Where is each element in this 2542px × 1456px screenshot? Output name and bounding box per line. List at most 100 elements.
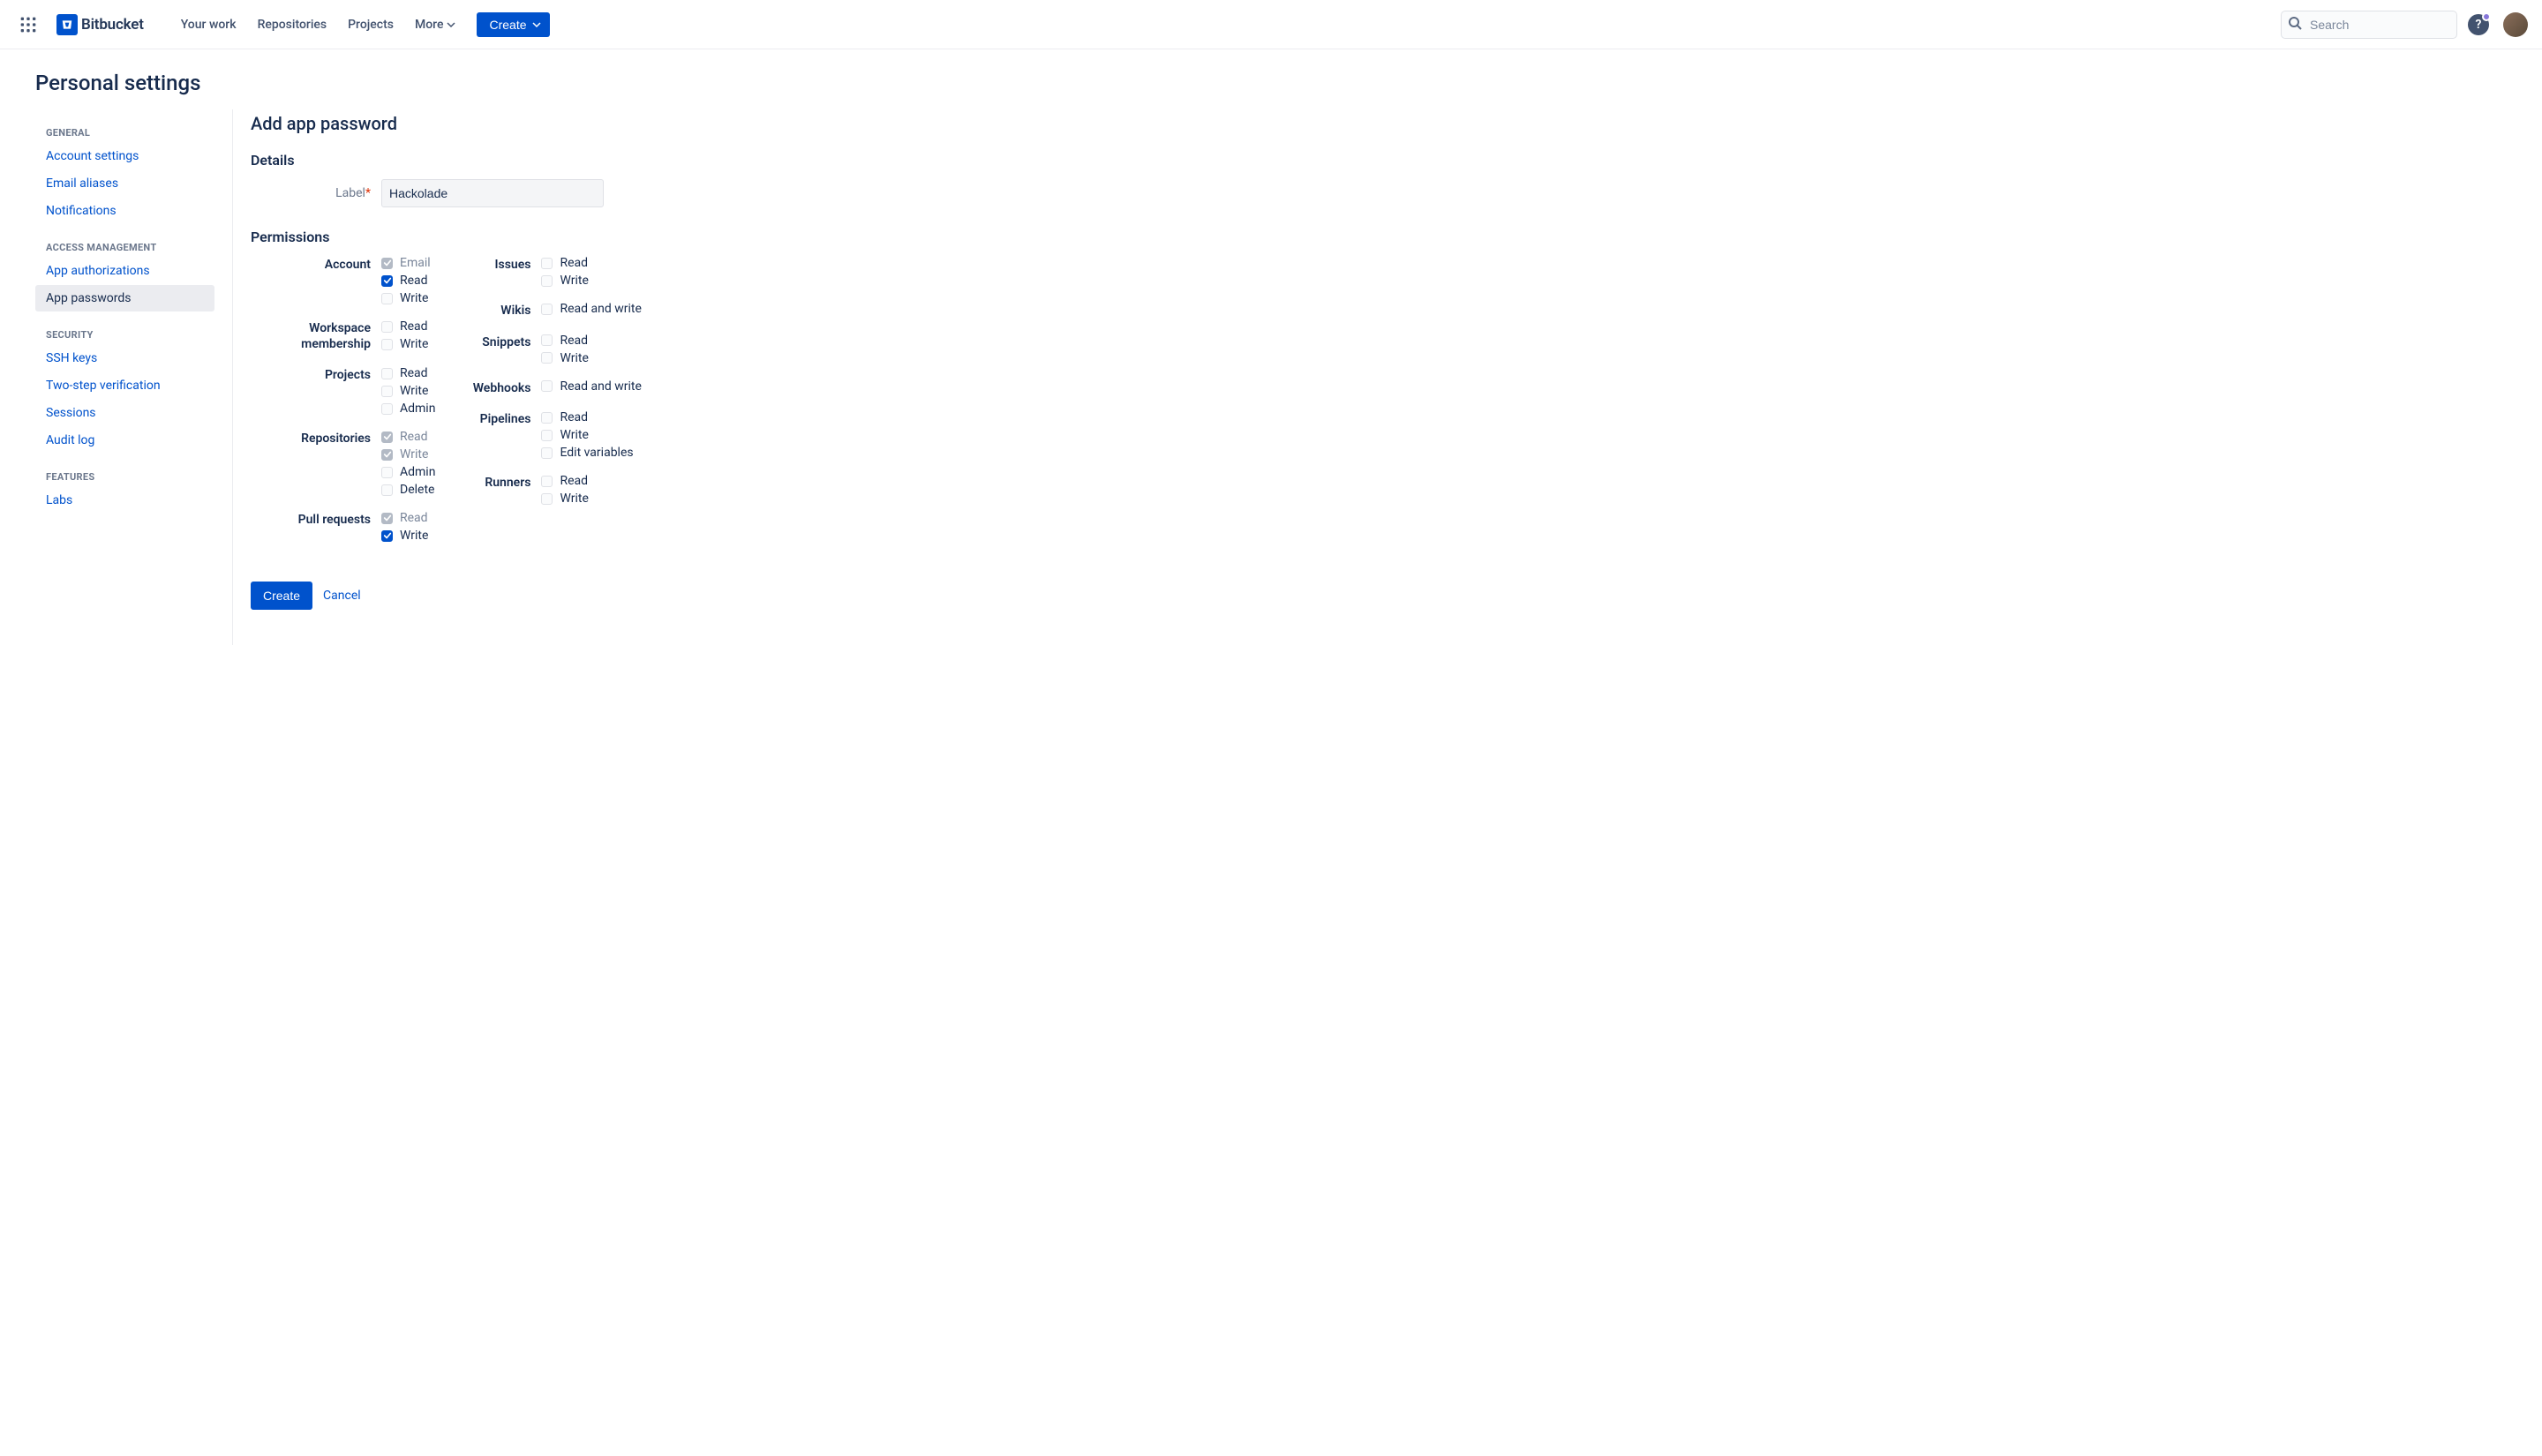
- sidebar-group-title: ACCESS MANAGEMENT: [35, 235, 232, 257]
- perm-opt[interactable]: Write: [381, 291, 431, 305]
- permissions-title: Permissions: [251, 229, 1080, 245]
- perm-opt[interactable]: Write: [541, 351, 588, 365]
- perm-opt[interactable]: Write: [381, 384, 435, 398]
- main-content: Add app password Details Label* Permissi…: [233, 109, 1080, 645]
- sidebar-item-two-step-verification[interactable]: Two-step verification: [35, 372, 214, 399]
- app-switcher-icon[interactable]: [14, 11, 42, 39]
- perm-opt[interactable]: Read: [541, 410, 633, 424]
- perm-block-projects: ProjectsReadWriteAdmin: [251, 366, 435, 416]
- required-mark: *: [365, 186, 371, 200]
- perm-opt[interactable]: Read and write: [541, 302, 641, 316]
- checkbox[interactable]: [541, 430, 553, 441]
- sidebar-group-title: SECURITY: [35, 322, 232, 344]
- sidebar-item-sessions[interactable]: Sessions: [35, 400, 214, 426]
- perm-opt[interactable]: Read: [541, 334, 588, 348]
- perm-opt[interactable]: Write: [541, 274, 588, 288]
- checkbox[interactable]: [541, 447, 553, 459]
- checkbox[interactable]: [541, 334, 553, 346]
- checkbox[interactable]: [381, 339, 393, 350]
- perm-opts: EmailReadWrite: [381, 256, 431, 305]
- perm-opt-label: Admin: [400, 402, 435, 416]
- perm-block-workspace-membership: Workspace membership Read Write: [251, 319, 435, 352]
- checkbox[interactable]: [541, 412, 553, 424]
- perm-opt[interactable]: Read: [381, 319, 428, 334]
- checkbox[interactable]: [541, 352, 553, 364]
- perm-block-label: Account: [251, 256, 381, 305]
- perm-block-label: Workspace membership: [251, 319, 381, 352]
- search-input[interactable]: [2281, 11, 2457, 39]
- checkbox[interactable]: [381, 484, 393, 496]
- perm-opt[interactable]: Delete: [381, 483, 435, 497]
- checkbox[interactable]: [381, 467, 393, 478]
- perm-opt[interactable]: Read: [541, 256, 588, 270]
- permissions-col-right: IssuesReadWriteWikisRead and writeSnippe…: [470, 256, 641, 557]
- checkbox[interactable]: [541, 258, 553, 269]
- perm-block-webhooks: Webhooks Read and write: [470, 379, 641, 397]
- perm-opt-label: Read: [560, 474, 588, 488]
- perm-block-label: Issues: [470, 256, 541, 288]
- perm-opt[interactable]: Write: [541, 428, 633, 442]
- perm-opt[interactable]: Read: [541, 474, 588, 488]
- checkbox[interactable]: [541, 304, 553, 315]
- nav-projects[interactable]: Projects: [339, 12, 402, 37]
- sidebar-item-labs[interactable]: Labs: [35, 487, 214, 514]
- checkbox[interactable]: [381, 275, 393, 287]
- sidebar-item-account-settings[interactable]: Account settings: [35, 143, 214, 169]
- perm-opt[interactable]: Read: [381, 274, 431, 288]
- nav-more-label: More: [415, 18, 444, 32]
- perm-block-label: Webhooks: [470, 379, 541, 397]
- nav-more[interactable]: More: [406, 12, 465, 37]
- checkbox[interactable]: [541, 275, 553, 287]
- sidebar-group-title: FEATURES: [35, 464, 232, 486]
- perm-opts: Read Write: [541, 256, 588, 288]
- create-submit-button[interactable]: Create: [251, 582, 312, 610]
- perm-opt[interactable]: Read and write: [541, 379, 641, 394]
- sidebar-item-audit-log[interactable]: Audit log: [35, 427, 214, 454]
- perm-opts: Read Write: [541, 334, 588, 365]
- nav-your-work[interactable]: Your work: [172, 12, 245, 37]
- checkbox[interactable]: [381, 368, 393, 379]
- checkbox[interactable]: [541, 493, 553, 505]
- create-button[interactable]: Create: [477, 12, 549, 37]
- checkbox: [381, 449, 393, 461]
- perm-block-snippets: SnippetsReadWrite: [470, 334, 641, 365]
- avatar[interactable]: [2503, 12, 2528, 37]
- checkbox[interactable]: [381, 403, 393, 415]
- label-input[interactable]: [381, 179, 604, 207]
- sidebar-item-notifications[interactable]: Notifications: [35, 198, 214, 224]
- checkbox[interactable]: [541, 380, 553, 392]
- perm-opt-label: Read: [400, 319, 428, 334]
- perm-block-pull-requests: Pull requestsReadWrite: [251, 511, 435, 543]
- perm-opt[interactable]: Write: [541, 492, 588, 506]
- perm-opt[interactable]: Read: [381, 366, 435, 380]
- perm-opts: Read Write Edit variables: [541, 410, 633, 460]
- cancel-button[interactable]: Cancel: [323, 589, 361, 603]
- checkbox[interactable]: [381, 321, 393, 333]
- notification-badge: [2482, 12, 2491, 21]
- perm-opt[interactable]: Write: [381, 337, 428, 351]
- perm-opt-label: Read and write: [560, 379, 641, 394]
- perm-block-runners: RunnersReadWrite: [470, 474, 641, 506]
- nav-repositories[interactable]: Repositories: [249, 12, 336, 37]
- sidebar-item-app-passwords[interactable]: App passwords: [35, 285, 214, 311]
- sidebar-item-ssh-keys[interactable]: SSH keys: [35, 345, 214, 372]
- perm-opt[interactable]: Write: [381, 529, 428, 543]
- checkbox[interactable]: [381, 530, 393, 542]
- perm-opt[interactable]: Admin: [381, 465, 435, 479]
- perm-opt[interactable]: Admin: [381, 402, 435, 416]
- topnav-right: ?: [2281, 11, 2528, 39]
- help-button[interactable]: ?: [2464, 11, 2493, 39]
- perm-opt-label: Write: [560, 428, 588, 442]
- top-nav: Bitbucket Your work Repositories Project…: [0, 0, 2542, 49]
- layout: GENERALAccount settingsEmail aliasesNoti…: [0, 109, 2542, 645]
- sidebar-item-email-aliases[interactable]: Email aliases: [35, 170, 214, 197]
- perm-block-issues: IssuesRead Write: [470, 256, 641, 288]
- form-actions: Create Cancel: [251, 582, 1080, 610]
- checkbox[interactable]: [381, 386, 393, 397]
- checkbox[interactable]: [541, 476, 553, 487]
- checkbox[interactable]: [381, 293, 393, 304]
- brand-logo[interactable]: Bitbucket: [49, 14, 151, 35]
- perm-opt[interactable]: Edit variables: [541, 446, 633, 460]
- sidebar-item-app-authorizations[interactable]: App authorizations: [35, 258, 214, 284]
- sidebar-group-title: GENERAL: [35, 120, 232, 142]
